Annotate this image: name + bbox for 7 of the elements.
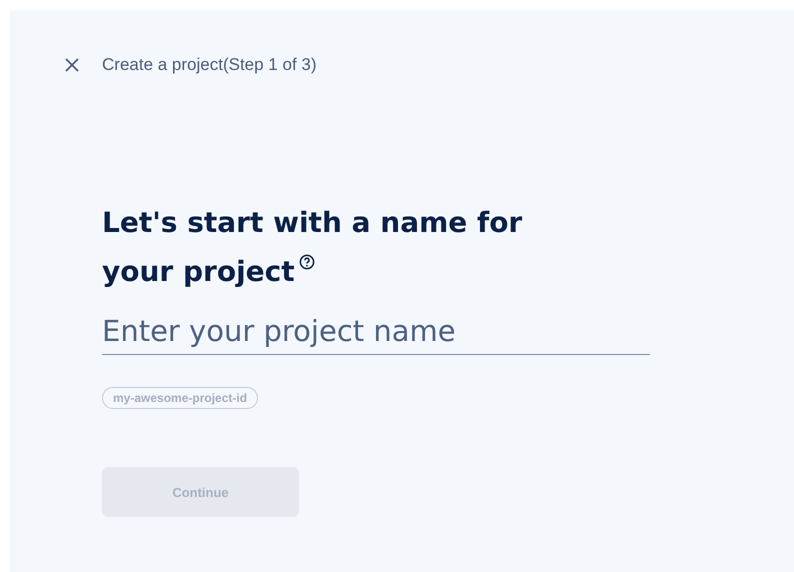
page-title: Create a project(Step 1 of 3): [102, 55, 317, 75]
heading-text: your project: [102, 254, 295, 290]
help-icon[interactable]: [298, 254, 315, 270]
project-id-chip: my-awesome-project-id: [102, 387, 258, 409]
project-name-field[interactable]: Enter your project name: [102, 314, 650, 355]
heading-text: Let's start with a name for: [102, 205, 524, 241]
close-icon: [65, 58, 79, 72]
